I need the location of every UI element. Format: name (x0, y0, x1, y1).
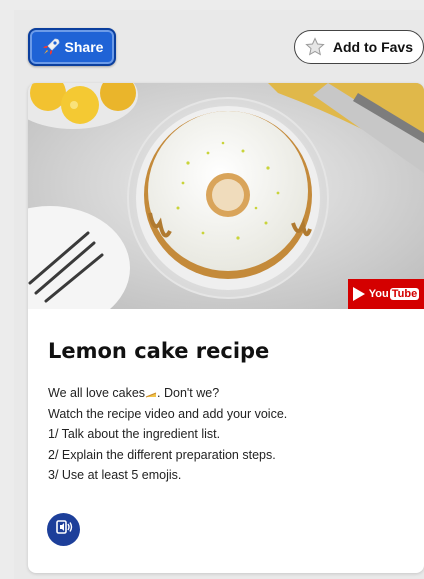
card-title: Lemon cake recipe (48, 339, 270, 363)
audio-button[interactable] (47, 513, 80, 546)
speaker-icon (55, 518, 73, 541)
body-line-1-rest: . Don't we? (157, 386, 220, 400)
video-thumbnail[interactable]: You Tube (28, 83, 424, 309)
body-line-4: 2/ Explain the different preparation ste… (48, 447, 276, 462)
body-line-1: We all love cakes . Don't we? (48, 383, 404, 404)
body-line-2: Watch the recipe video and add your voic… (48, 406, 288, 421)
share-label: Share (64, 39, 104, 55)
cake-emoji-icon (145, 384, 157, 398)
add-to-favs-button[interactable]: Add to Favs (294, 30, 424, 64)
body-line-5: 3/ Use at least 5 emojis. (48, 468, 182, 482)
card-content: Lemon cake recipe We all love cakes . Don… (28, 309, 424, 486)
rocket-icon (41, 37, 61, 57)
cake-photo (28, 83, 424, 309)
body-line-1-text: We all love cakes (48, 386, 146, 400)
recipe-card: You Tube Lemon cake recipe We all love c… (28, 83, 424, 573)
youtube-logo-tube: Tube (389, 288, 420, 300)
star-icon (305, 37, 325, 57)
youtube-logo-you: You (368, 288, 389, 300)
add-to-favs-label: Add to Favs (332, 39, 413, 55)
share-button[interactable]: Share (28, 28, 116, 66)
body-line-3: 1/ Talk about the ingredient list. (48, 427, 221, 441)
youtube-logo: You Tube (368, 288, 420, 300)
play-icon (352, 287, 365, 301)
youtube-badge[interactable]: You Tube (348, 279, 424, 309)
